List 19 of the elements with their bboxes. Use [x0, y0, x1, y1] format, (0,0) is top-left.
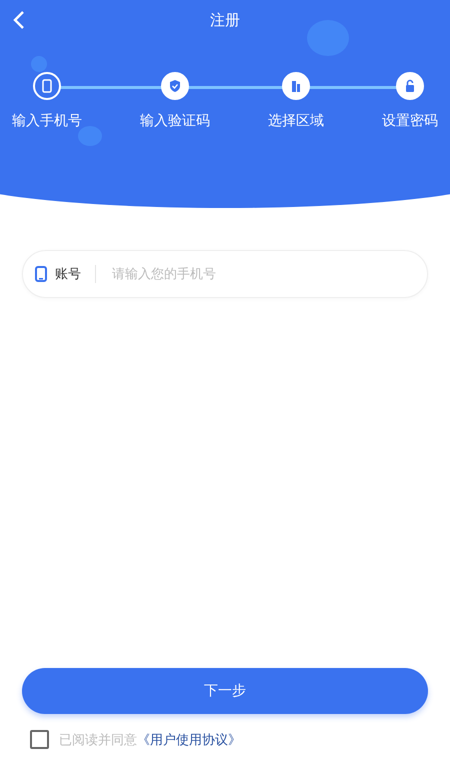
- agreement-link[interactable]: 《用户使用协议》: [137, 730, 241, 748]
- phone-input[interactable]: 请输入您的手机号: [110, 266, 415, 282]
- back-icon[interactable]: [12, 10, 26, 30]
- step-label: 选择区域: [268, 112, 324, 130]
- decorative-bubble: [31, 56, 47, 72]
- phone-icon: [35, 266, 47, 282]
- phone-icon: [40, 79, 54, 93]
- shield-icon: [168, 79, 182, 93]
- next-button[interactable]: 下一步: [22, 668, 428, 714]
- agreement-checkbox[interactable]: [30, 730, 49, 749]
- building-icon: [289, 79, 303, 93]
- lock-icon: [403, 79, 417, 93]
- step-label: 设置密码: [382, 112, 438, 130]
- page-title: 注册: [210, 10, 240, 30]
- field-label: 账号: [55, 266, 81, 283]
- agreement-text: 已阅读并同意: [59, 732, 137, 748]
- step-label: 输入验证码: [140, 112, 210, 130]
- account-field[interactable]: 账号 请输入您的手机号: [22, 250, 428, 298]
- step-label: 输入手机号: [12, 112, 82, 130]
